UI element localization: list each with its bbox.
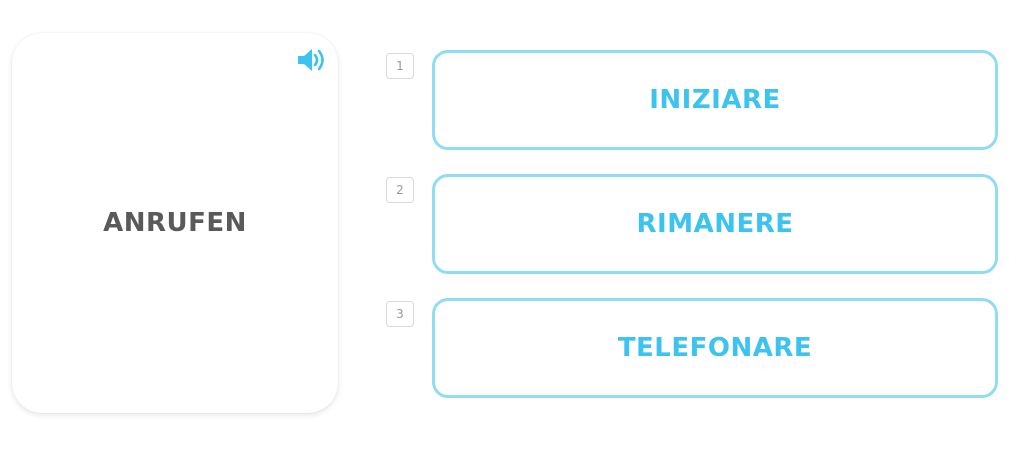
speaker-icon[interactable] <box>296 47 326 73</box>
option-label: INIZIARE <box>649 85 781 115</box>
option-label: RIMANERE <box>636 209 794 239</box>
option-button-telefonare[interactable]: TELEFONARE <box>432 298 998 398</box>
shortcut-key-badge: 3 <box>386 301 414 327</box>
shortcut-key-badge: 2 <box>386 177 414 203</box>
answer-options: 1 INIZIARE 2 RIMANERE 3 TELEFONARE <box>386 50 998 422</box>
option-label: TELEFONARE <box>617 333 813 363</box>
option-button-rimanere[interactable]: RIMANERE <box>432 174 998 274</box>
option-row-2: 2 RIMANERE <box>386 174 998 274</box>
prompt-word: ANRUFEN <box>103 208 247 238</box>
option-button-iniziare[interactable]: INIZIARE <box>432 50 998 150</box>
prompt-card: ANRUFEN <box>12 33 338 413</box>
option-row-3: 3 TELEFONARE <box>386 298 998 398</box>
option-row-1: 1 INIZIARE <box>386 50 998 150</box>
shortcut-key-badge: 1 <box>386 53 414 79</box>
